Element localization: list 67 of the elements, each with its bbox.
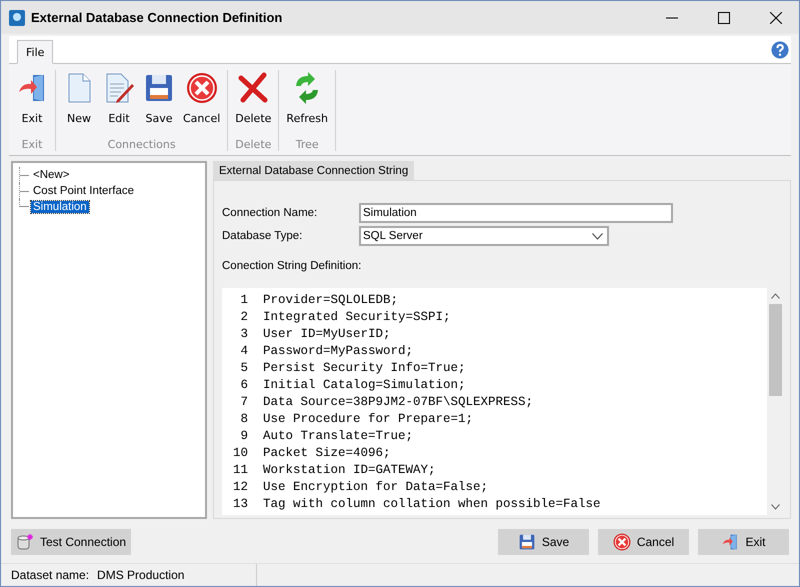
door-icon bbox=[721, 533, 740, 551]
line-number: 13 bbox=[232, 496, 249, 510]
scroll-up-icon[interactable] bbox=[771, 293, 780, 299]
action-button[interactable]: Test Connection bbox=[11, 529, 132, 555]
code-line: Workstation ID=GATEWAY; bbox=[263, 462, 436, 476]
field-label: Conection String Definition: bbox=[222, 260, 362, 272]
line-number: 12 bbox=[232, 480, 249, 494]
cross-icon bbox=[237, 72, 270, 104]
dropdown[interactable]: SQL Server bbox=[359, 226, 609, 246]
tree-item[interactable]: <New> bbox=[31, 169, 72, 181]
ribbon-button[interactable]: Refresh bbox=[283, 70, 331, 136]
ribbon-button[interactable]: Delete bbox=[232, 70, 274, 136]
line-number: 4 bbox=[239, 344, 249, 358]
action-button[interactable]: Cancel bbox=[598, 529, 689, 555]
maximize-icon bbox=[718, 12, 730, 24]
tree-item[interactable]: Simulation bbox=[31, 201, 89, 213]
ribbon-button[interactable]: Exit bbox=[13, 70, 51, 136]
line-number: 10 bbox=[232, 446, 249, 460]
line-number: 3 bbox=[239, 326, 249, 340]
ribbon-button[interactable]: Edit bbox=[100, 70, 138, 136]
line-number: 11 bbox=[232, 462, 249, 476]
field-label: Connection Name: bbox=[222, 207, 318, 219]
code-line: Use Procedure for Prepare=1; bbox=[263, 412, 474, 426]
help-icon[interactable] bbox=[771, 40, 789, 58]
scroll-down-icon[interactable] bbox=[771, 504, 780, 510]
code-line: Provider=SQLOLEDB; bbox=[263, 292, 398, 306]
line-number: 7 bbox=[239, 394, 249, 408]
ribbon-button[interactable]: Cancel bbox=[180, 70, 224, 136]
code-line: Packet Size=4096; bbox=[263, 446, 391, 460]
cross-circle-icon bbox=[612, 533, 631, 551]
close-icon bbox=[770, 12, 782, 24]
line-number: 5 bbox=[239, 360, 249, 374]
line-number: 1 bbox=[239, 292, 249, 306]
cross-circle-icon bbox=[186, 72, 218, 104]
code-editor[interactable] bbox=[222, 288, 784, 515]
code-line: Password=MyPassword; bbox=[263, 344, 414, 358]
code-line: Data Source=38P9JM2-07BF\SQLEXPRESS; bbox=[263, 394, 534, 408]
line-number: 9 bbox=[239, 428, 249, 442]
ribbon-tab[interactable]: File bbox=[17, 40, 54, 64]
input-field[interactable]: Simulation bbox=[359, 203, 673, 223]
group-label: Connections bbox=[106, 138, 177, 151]
code-line: Use Encryption for Data=False; bbox=[263, 480, 488, 494]
code-line: User ID=MyUserID; bbox=[263, 326, 391, 340]
tree-item[interactable]: Cost Point Interface bbox=[31, 185, 136, 197]
code-line: Initial Catalog=Simulation; bbox=[263, 378, 466, 392]
code-line: Integrated Security=SSPI; bbox=[263, 310, 451, 324]
panel-tab[interactable]: External Database Connection String bbox=[213, 161, 414, 180]
line-number: 8 bbox=[239, 412, 249, 426]
database-star-icon bbox=[16, 533, 34, 551]
group-label: Exit bbox=[20, 138, 44, 151]
status-label: Dataset name: bbox=[11, 568, 90, 582]
group-label: Tree bbox=[294, 138, 320, 151]
code-line: Tag with column collation when possible=False bbox=[263, 496, 601, 510]
caret-icon bbox=[592, 232, 603, 240]
app-icon bbox=[9, 10, 25, 26]
group-label: Delete bbox=[234, 138, 272, 151]
status-value: DMS Production bbox=[97, 568, 184, 582]
action-button[interactable]: Exit bbox=[698, 529, 789, 555]
field-label: Database Type: bbox=[222, 230, 304, 242]
code-line: Auto Translate=True; bbox=[263, 428, 414, 442]
line-number: 6 bbox=[239, 378, 249, 392]
ribbon-button[interactable]: Save bbox=[140, 70, 178, 136]
ribbon-button[interactable]: New bbox=[60, 70, 98, 136]
line-number: 2 bbox=[239, 310, 249, 324]
window-title: External Database Connection Definition bbox=[31, 10, 282, 25]
code-line: Persist Security Info=True; bbox=[263, 360, 466, 374]
action-button[interactable]: Save bbox=[498, 529, 589, 555]
